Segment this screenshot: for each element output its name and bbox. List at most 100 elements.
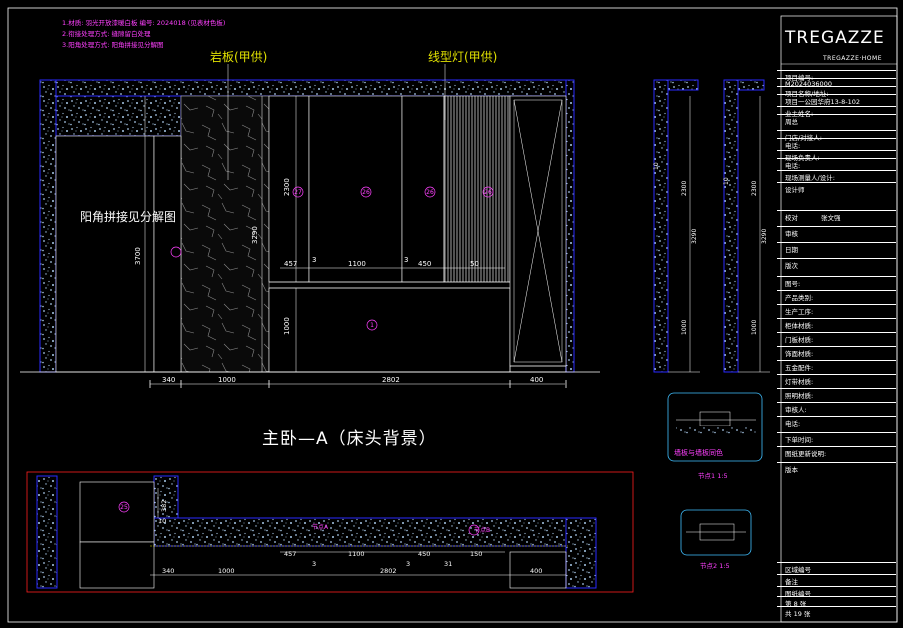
title-block-row: 门板材质: — [785, 336, 814, 344]
svg-text:382: 382 — [160, 500, 168, 512]
panel-tag-3: 26 — [426, 189, 434, 196]
detail-1-scale: 节点1 1:5 — [698, 472, 728, 480]
svg-text:3290: 3290 — [761, 229, 768, 244]
svg-text:150: 150 — [470, 550, 482, 558]
svg-text:1000: 1000 — [751, 320, 758, 335]
svg-text:1000: 1000 — [218, 567, 235, 575]
svg-text:1000: 1000 — [681, 320, 688, 335]
dim-bottom-1: 340 — [162, 376, 175, 384]
dim-bottom-3: 2802 — [382, 376, 400, 384]
title-block-row: 现场测量人/设计: — [785, 174, 835, 182]
plan-tag-2: 节点A — [312, 523, 329, 531]
title-block-row: 照明材质: — [785, 392, 814, 400]
plan-tag-1: 25 — [120, 504, 128, 511]
side-section-a: 10 2300 3290 1000 — [653, 79, 700, 373]
side-section-b: 10 2300 3290 1000 — [723, 79, 770, 373]
title-block-row: 电话: — [785, 142, 801, 150]
line-light-panel — [443, 95, 511, 283]
dim-vert-mid-3: 3290 — [251, 226, 259, 244]
dim-mid-1: 457 — [284, 260, 297, 268]
plan-view: 340 1000 3 2802 3 31 400 457 1100 450 15… — [26, 471, 634, 593]
title-block-row: 电话: — [785, 420, 801, 428]
svg-text:2300: 2300 — [751, 181, 758, 196]
title-block-row: 审核 — [785, 230, 798, 238]
note-3: 3.阳角处理方式: 阳角拼接见分解图 — [62, 41, 164, 49]
svg-text:340: 340 — [162, 567, 174, 575]
detail-2: 节点2 1:5 — [680, 509, 752, 570]
callout-line-light: 线型灯(甲供) — [428, 50, 498, 64]
wall-right — [565, 79, 575, 373]
panel-lower — [268, 287, 511, 373]
panel-tag-4: 26 — [484, 189, 492, 196]
title-block: TREGAZZE TREGAZZE·HOME 项目编号: M2024036000 项… — [777, 16, 900, 622]
title-block-row: 饰面材质: — [785, 350, 814, 358]
panel-tag-1: 27 — [294, 189, 302, 196]
material-notes: 1.材质: 羽光开放漆暖白板 编号: 2024018 (见表材色板) 2.衔接处… — [62, 18, 225, 51]
title-block-row: 产品类别: — [785, 294, 814, 302]
title-block-row: 版本 — [785, 466, 798, 474]
svg-text:450: 450 — [418, 550, 430, 558]
svg-text:31: 31 — [444, 560, 452, 568]
detail-2-scale: 节点2 1:5 — [700, 562, 730, 570]
drawing-title: 主卧—A（床头背景） — [262, 429, 437, 449]
dim-mid-6: 50 — [470, 260, 479, 268]
title-block-row: 区域编号 — [785, 566, 811, 574]
title-block-row: 图号: — [785, 280, 801, 288]
svg-text:400: 400 — [530, 567, 542, 575]
corner-panel-inner — [153, 135, 182, 373]
cad-drawing-canvas: 340 1000 2802 400 457 3 1100 3 450 50 37… — [7, 7, 898, 623]
svg-text:10: 10 — [723, 177, 730, 185]
dim-vert-mid-2: 1000 — [283, 317, 291, 335]
svg-text:10: 10 — [158, 517, 166, 525]
title-block-row: 生产工序: — [785, 308, 814, 316]
title-block-row: 图纸更新说明: — [785, 450, 827, 458]
dim-mid-5: 450 — [418, 260, 431, 268]
title-block-row: 项目一公园华府13-8-102 — [785, 98, 861, 106]
wall-left-return — [55, 95, 182, 137]
title-block-row: 设计师 — [785, 186, 805, 194]
title-block-row: 灯带材质: — [785, 378, 814, 386]
detail-1-caption: 墙板与墙板同色 — [674, 448, 723, 457]
dim-mid-4: 3 — [404, 256, 408, 264]
panel-upper-3 — [401, 95, 445, 283]
svg-text:1100: 1100 — [348, 550, 365, 558]
title-block-row: 备注 — [785, 578, 798, 586]
dim-mid-2: 3 — [312, 256, 316, 264]
note-1: 1.材质: 羽光开放漆暖白板 编号: 2024018 (见表材色板) — [62, 19, 226, 27]
svg-text:10: 10 — [653, 162, 660, 170]
title-block-row: 审核人: — [785, 406, 807, 414]
svg-text:457: 457 — [284, 550, 296, 558]
panel-tag-2: 26 — [362, 189, 370, 196]
panel-upper-2 — [308, 95, 403, 283]
designer-name: 张文强 — [821, 214, 841, 222]
dim-vert-left: 3700 — [134, 247, 142, 265]
dim-mid-3: 1100 — [348, 260, 366, 268]
wall-top-band — [39, 79, 573, 97]
svg-text:3: 3 — [312, 560, 316, 568]
title-block-row: 共 19 张 — [785, 610, 811, 618]
main-elevation: 340 1000 2802 400 457 3 1100 3 450 50 37… — [20, 64, 600, 388]
detail-1: 墙板与墙板同色 节点1 1:5 — [667, 392, 763, 480]
plan-tag-3: 节点B — [474, 526, 490, 534]
svg-text:2802: 2802 — [380, 567, 397, 575]
svg-text:2300: 2300 — [681, 181, 688, 196]
brand-logo: TREGAZZE TREGAZZE·HOME — [785, 28, 885, 62]
dim-bottom-4: 400 — [530, 376, 543, 384]
wall-left — [39, 79, 57, 373]
title-block-row: 柜体材质: — [785, 322, 814, 330]
title-block-row: 日期 — [785, 246, 798, 254]
title-block-row: 周总 — [785, 118, 798, 126]
dim-vert-mid-1: 2300 — [283, 178, 291, 196]
title-block-row: 校对 — [785, 214, 798, 222]
dim-bottom-2: 1000 — [218, 376, 236, 384]
title-block-row: 电话: — [785, 162, 801, 170]
panel-tag-5: 1 — [370, 322, 374, 329]
title-block-row: 版次 — [785, 262, 798, 270]
title-block-row: 下单时间: — [785, 436, 814, 444]
svg-text:3: 3 — [406, 560, 410, 568]
svg-text:3290: 3290 — [691, 229, 698, 244]
note-2: 2.衔接处理方式: 缝隙留白处理 — [62, 30, 151, 38]
corner-joint-note: 阳角拼接见分解图 — [80, 210, 177, 224]
callout-rock-slab: 岩板(甲供) — [210, 50, 268, 64]
title-block-row: 五金配件: — [785, 364, 814, 372]
